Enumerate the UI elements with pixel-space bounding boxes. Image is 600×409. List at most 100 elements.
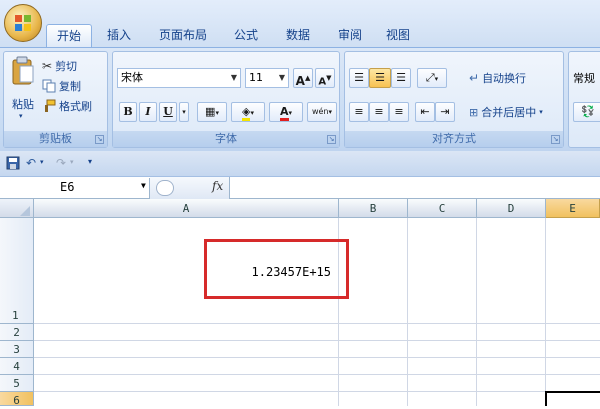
undo-icon[interactable]: ↶ <box>26 156 36 170</box>
worksheet-grid[interactable]: A B C D E 1 2 3 4 5 6 1.23457E+15 <box>0 199 600 407</box>
font-color-button[interactable]: A▾ <box>269 102 303 122</box>
font-launcher-icon[interactable]: ↘ <box>327 135 336 144</box>
column-header-a[interactable]: A <box>34 199 339 218</box>
tab-review[interactable]: 审阅 <box>330 24 370 47</box>
insert-function-icon[interactable]: fx <box>212 179 223 193</box>
borders-icon: ▦ <box>205 105 216 118</box>
chevron-down-icon[interactable]: ▼ <box>141 181 146 190</box>
format-painter-button[interactable]: 格式刷 <box>42 96 92 116</box>
increase-indent-button[interactable]: ⇥ <box>435 102 455 122</box>
gridline <box>34 374 600 375</box>
borders-button[interactable]: ▦▾ <box>197 102 227 122</box>
gridline <box>545 218 546 406</box>
tab-home[interactable]: 开始 <box>46 24 92 47</box>
merge-center-icon: ⊞ <box>469 105 479 119</box>
underline-dropdown[interactable]: ▾ <box>179 102 189 122</box>
wrap-text-button[interactable]: ↵ 自动换行 <box>469 68 526 88</box>
format-painter-icon <box>45 99 56 112</box>
fill-color-button[interactable]: ◈▾ <box>231 102 265 122</box>
formula-cancel-icon[interactable] <box>156 180 174 196</box>
tab-formulas[interactable]: 公式 <box>226 24 266 47</box>
cut-button[interactable]: ✂ 剪切 <box>42 56 77 76</box>
copy-icon <box>42 79 56 93</box>
align-middle-icon: ☰ <box>375 71 385 84</box>
clipboard-launcher-icon[interactable]: ↘ <box>95 135 104 144</box>
column-header-b[interactable]: B <box>339 199 408 218</box>
orientation-button[interactable]: ⤢▾ <box>417 68 447 88</box>
formula-tools: fx <box>150 177 230 199</box>
font-color-icon: A <box>279 105 289 121</box>
number-format-select[interactable]: 常规 <box>573 68 595 88</box>
row-header-3[interactable]: 3 <box>0 341 34 358</box>
merge-center-button[interactable]: ⊞ 合并后居中 ▾ <box>469 102 543 122</box>
scissors-icon: ✂ <box>42 59 53 73</box>
align-center-button[interactable]: ≡ <box>369 102 389 122</box>
grow-font-icon: A <box>295 74 305 88</box>
align-left-icon: ≡ <box>354 105 364 118</box>
tab-insert[interactable]: 插入 <box>100 24 138 47</box>
align-top-icon: ☰ <box>354 71 364 84</box>
row-header-6[interactable]: 6 <box>0 392 34 407</box>
redo-dropdown-icon[interactable]: ▾ <box>70 158 74 166</box>
phonetic-button[interactable]: wén▾ <box>307 102 337 122</box>
row-header-1[interactable]: 1 <box>0 218 34 324</box>
clipboard-group-title: 剪贴板 <box>39 132 72 145</box>
column-header-c[interactable]: C <box>408 199 477 218</box>
align-bottom-icon: ☰ <box>396 71 406 84</box>
font-size-value: 11 <box>249 71 263 84</box>
alignment-group-title: 对齐方式 <box>432 132 476 145</box>
shrink-font-button[interactable]: A▼ <box>315 68 335 88</box>
font-name-select[interactable]: 宋体 ▼ <box>117 68 241 88</box>
accounting-format-button[interactable]: 💱 <box>573 102 600 122</box>
paste-dropdown-icon: ▾ <box>19 112 23 120</box>
gridline <box>34 357 600 358</box>
currency-icon: 💱 <box>581 105 595 118</box>
copy-label: 复制 <box>59 80 81 93</box>
align-right-button[interactable]: ≡ <box>389 102 409 122</box>
tab-data[interactable]: 数据 <box>278 24 318 47</box>
grow-font-button[interactable]: A▲ <box>293 68 313 88</box>
row-header-4[interactable]: 4 <box>0 358 34 375</box>
alignment-launcher-icon[interactable]: ↘ <box>551 135 560 144</box>
align-center-icon: ≡ <box>374 105 384 118</box>
underline-button[interactable]: U <box>159 102 177 122</box>
save-icon[interactable] <box>6 156 20 170</box>
cut-label: 剪切 <box>55 60 78 73</box>
name-box[interactable]: E6 ▼ <box>0 178 150 198</box>
redo-icon[interactable]: ↷ <box>56 156 66 170</box>
tab-view[interactable]: 视图 <box>378 24 418 47</box>
copy-button[interactable]: 复制 <box>42 76 81 96</box>
row-header-5[interactable]: 5 <box>0 375 34 392</box>
paste-label: 粘贴 <box>12 98 34 111</box>
decrease-indent-button[interactable]: ⇤ <box>415 102 435 122</box>
align-middle-button[interactable]: ☰ <box>369 68 391 88</box>
font-size-select[interactable]: 11 ▼ <box>245 68 289 88</box>
row-header-1-label: 1 <box>12 309 19 322</box>
gridline <box>34 340 600 341</box>
orientation-icon: ⤢ <box>425 71 435 84</box>
clipboard-group-label: 剪贴板 ↘ <box>4 131 107 147</box>
paste-button[interactable]: 粘贴 ▾ <box>8 54 38 124</box>
italic-button[interactable]: I <box>139 102 157 122</box>
align-left-button[interactable]: ≡ <box>349 102 369 122</box>
gridline <box>476 218 477 406</box>
select-all-corner[interactable] <box>0 199 34 218</box>
align-bottom-button[interactable]: ☰ <box>391 68 411 88</box>
office-button[interactable] <box>4 4 42 42</box>
row-header-2[interactable]: 2 <box>0 324 34 341</box>
column-header-d[interactable]: D <box>477 199 546 218</box>
tab-page-layout[interactable]: 页面布局 <box>150 24 216 47</box>
align-top-button[interactable]: ☰ <box>349 68 369 88</box>
column-header-e[interactable]: E <box>546 199 600 218</box>
decrease-indent-icon: ⇤ <box>420 105 430 118</box>
undo-dropdown-icon[interactable]: ▾ <box>40 158 44 166</box>
customize-qat-icon[interactable]: ▾ <box>88 157 92 166</box>
highlight-box <box>204 239 349 299</box>
bold-button[interactable]: B <box>119 102 137 122</box>
font-group: 宋体 ▼ 11 ▼ A▲ A▼ B I U ▾ ▦▾ ◈▾ A▾ wén▾ 字体 <box>112 51 340 148</box>
wrap-text-icon: ↵ <box>469 71 480 85</box>
font-group-title: 字体 <box>215 132 237 145</box>
formula-input[interactable] <box>230 177 600 199</box>
active-cell-e6[interactable] <box>545 391 600 406</box>
number-group: 常规 💱 <box>568 51 600 148</box>
